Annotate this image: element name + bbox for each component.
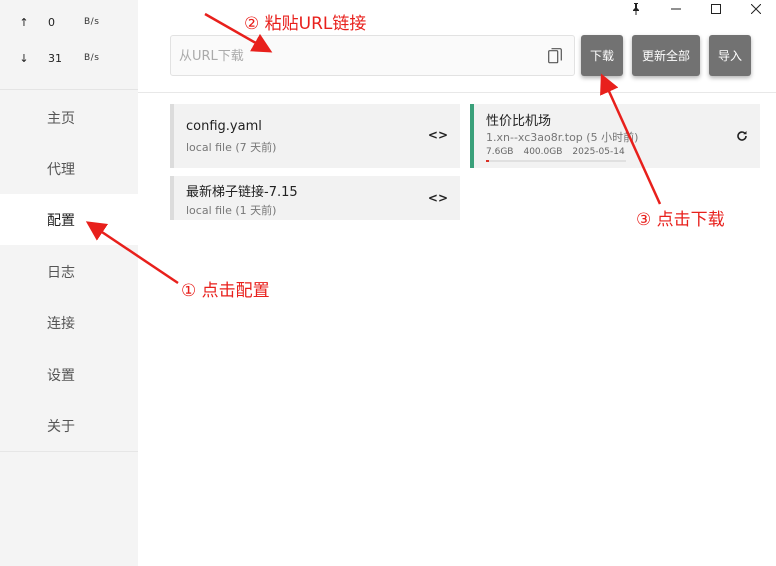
download-speed: ↓ 31 B/s: [0, 40, 138, 76]
profile-name: 性价比机场: [486, 114, 552, 129]
usage-used: 7.6GB: [486, 147, 514, 157]
code-icon[interactable]: <>: [428, 128, 448, 142]
download-value: 31: [48, 51, 62, 65]
sidebar-item-about[interactable]: 关于: [0, 400, 138, 451]
paste-icon[interactable]: [548, 48, 562, 64]
annotation-step1: ① 点击配置: [181, 281, 270, 301]
sidebar-item-connections[interactable]: 连接: [0, 297, 138, 348]
url-field[interactable]: [170, 35, 575, 76]
sidebar-item-label: 设置: [47, 367, 75, 384]
profile-name: config.yaml: [186, 119, 262, 134]
profile-source: 1.xn--xc3ao8r.top (5 小时前): [486, 131, 639, 144]
sidebar-item-label: 关于: [47, 418, 75, 435]
sidebar-divider: [0, 451, 138, 452]
sidebar-item-label: 配置: [47, 212, 75, 229]
maximize-icon[interactable]: [696, 0, 736, 18]
sidebar-item-settings[interactable]: 设置: [0, 349, 138, 400]
usage-progress-bar: [486, 160, 626, 162]
close-icon[interactable]: [736, 0, 776, 18]
import-button[interactable]: 导入: [709, 35, 751, 76]
sidebar-item-proxy[interactable]: 代理: [0, 143, 138, 194]
refresh-icon[interactable]: [736, 130, 748, 142]
url-input[interactable]: [179, 46, 529, 66]
sidebar-item-label: 连接: [47, 315, 75, 332]
sidebar-item-home[interactable]: 主页: [0, 92, 138, 143]
toolbar: 下载 更新全部 导入: [138, 18, 776, 93]
sidebar-item-label: 代理: [47, 161, 75, 178]
sidebar-item-profiles[interactable]: 配置: [0, 194, 138, 245]
download-unit: B/s: [84, 53, 100, 63]
usage-total: 400.0GB: [523, 147, 563, 157]
profile-card-subscription[interactable]: 性价比机场 1.xn--xc3ao8r.top (5 小时前) 7.6GB 40…: [470, 104, 760, 168]
traffic-panel: ↑ 0 B/s ↓ 31 B/s: [0, 0, 138, 90]
expire-date: 2025-05-14: [572, 147, 625, 157]
profile-name: 最新梯子链接-7.15: [186, 185, 298, 200]
window-controls: [616, 0, 776, 18]
annotation-step2: ② 粘贴URL链接: [244, 14, 367, 34]
download-arrow-icon: ↓: [19, 51, 29, 65]
profile-card-config[interactable]: config.yaml local file (7 天前) <>: [170, 104, 460, 168]
sidebar-item-label: 主页: [47, 110, 75, 127]
upload-unit: B/s: [84, 17, 100, 27]
update-all-button[interactable]: 更新全部: [632, 35, 700, 76]
upload-speed: ↑ 0 B/s: [0, 4, 138, 40]
sidebar-item-label: 日志: [47, 264, 75, 281]
upload-value: 0: [48, 15, 55, 29]
profile-card-ladder[interactable]: 最新梯子链接-7.15 local file (1 天前) <>: [170, 176, 460, 220]
usage-progress-fill: [486, 160, 489, 162]
sidebar: ↑ 0 B/s ↓ 31 B/s 主页 代理 配置 日志 连接 设置 关于: [0, 0, 138, 566]
upload-arrow-icon: ↑: [19, 15, 29, 29]
annotation-step3: ③ 点击下载: [636, 210, 725, 230]
minimize-icon[interactable]: [656, 0, 696, 18]
pin-icon[interactable]: [616, 0, 656, 18]
profile-usage-meta: 7.6GB 400.0GB 2025-05-14: [486, 147, 625, 157]
profile-source: local file (1 天前): [186, 204, 277, 217]
code-icon[interactable]: <>: [428, 191, 448, 205]
sidebar-item-logs[interactable]: 日志: [0, 246, 138, 297]
profile-source: local file (7 天前): [186, 141, 277, 154]
download-button[interactable]: 下载: [581, 35, 623, 76]
